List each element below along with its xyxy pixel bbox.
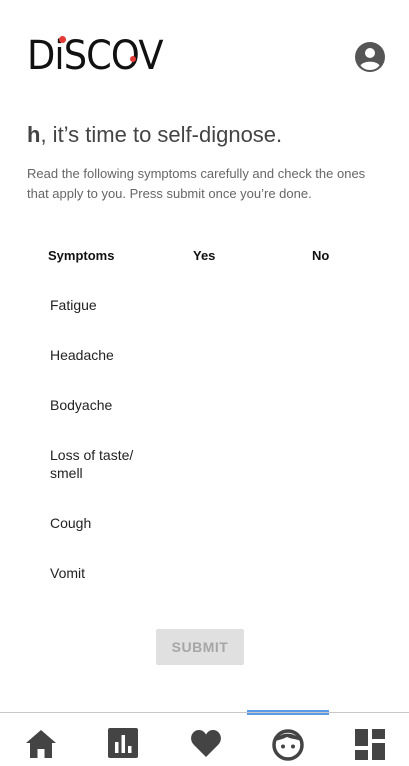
column-header-yes: Yes [193, 248, 216, 263]
logo-target-dot [130, 56, 136, 62]
logo-text: DiSCOV [27, 33, 164, 79]
yes-option[interactable] [194, 346, 214, 366]
home-icon [26, 730, 56, 758]
yes-option[interactable] [194, 564, 214, 584]
no-option[interactable] [311, 296, 331, 316]
no-option[interactable] [311, 446, 331, 466]
no-option[interactable] [311, 514, 331, 534]
nav-dashboard[interactable] [353, 727, 387, 761]
bottom-navigation [0, 712, 409, 764]
yes-option[interactable] [194, 514, 214, 534]
column-header-symptoms: Symptoms [48, 248, 115, 263]
nav-health[interactable] [189, 727, 223, 761]
symptom-label: Loss of taste/ smell [50, 447, 134, 481]
app-logo: DiSCOV [27, 32, 177, 80]
nav-self-diagnose[interactable] [271, 727, 305, 761]
page-title-prefix: h [27, 122, 41, 147]
yes-option[interactable] [194, 296, 214, 316]
face-icon [272, 729, 304, 761]
submit-button[interactable]: SUBMIT [156, 629, 244, 665]
symptom-label: Bodyache [50, 397, 113, 413]
symptom-label: Cough [50, 515, 92, 531]
page-title: h, it’s time to self-dignose. [27, 122, 282, 148]
profile-button[interactable] [354, 41, 386, 73]
yes-option[interactable] [194, 446, 214, 466]
symptom-label: Vomit [50, 565, 86, 581]
no-option[interactable] [311, 396, 331, 416]
nav-stats[interactable] [106, 727, 140, 761]
page-title-text: , it’s time to self-dignose. [40, 122, 283, 147]
no-option[interactable] [311, 564, 331, 584]
logo-accent-dot [59, 36, 66, 43]
symptom-label: Fatigue [50, 297, 97, 313]
dashboard-icon [355, 729, 385, 760]
account-circle-icon [355, 42, 385, 72]
column-header-no: No [312, 248, 330, 263]
heart-icon [191, 730, 221, 757]
instructions-text: Read the following symptoms carefully an… [27, 166, 366, 201]
symptom-label: Headache [50, 347, 114, 363]
no-option[interactable] [311, 346, 331, 366]
nav-home[interactable] [24, 727, 58, 761]
yes-option[interactable] [194, 396, 214, 416]
stats-chart-icon [108, 728, 138, 758]
